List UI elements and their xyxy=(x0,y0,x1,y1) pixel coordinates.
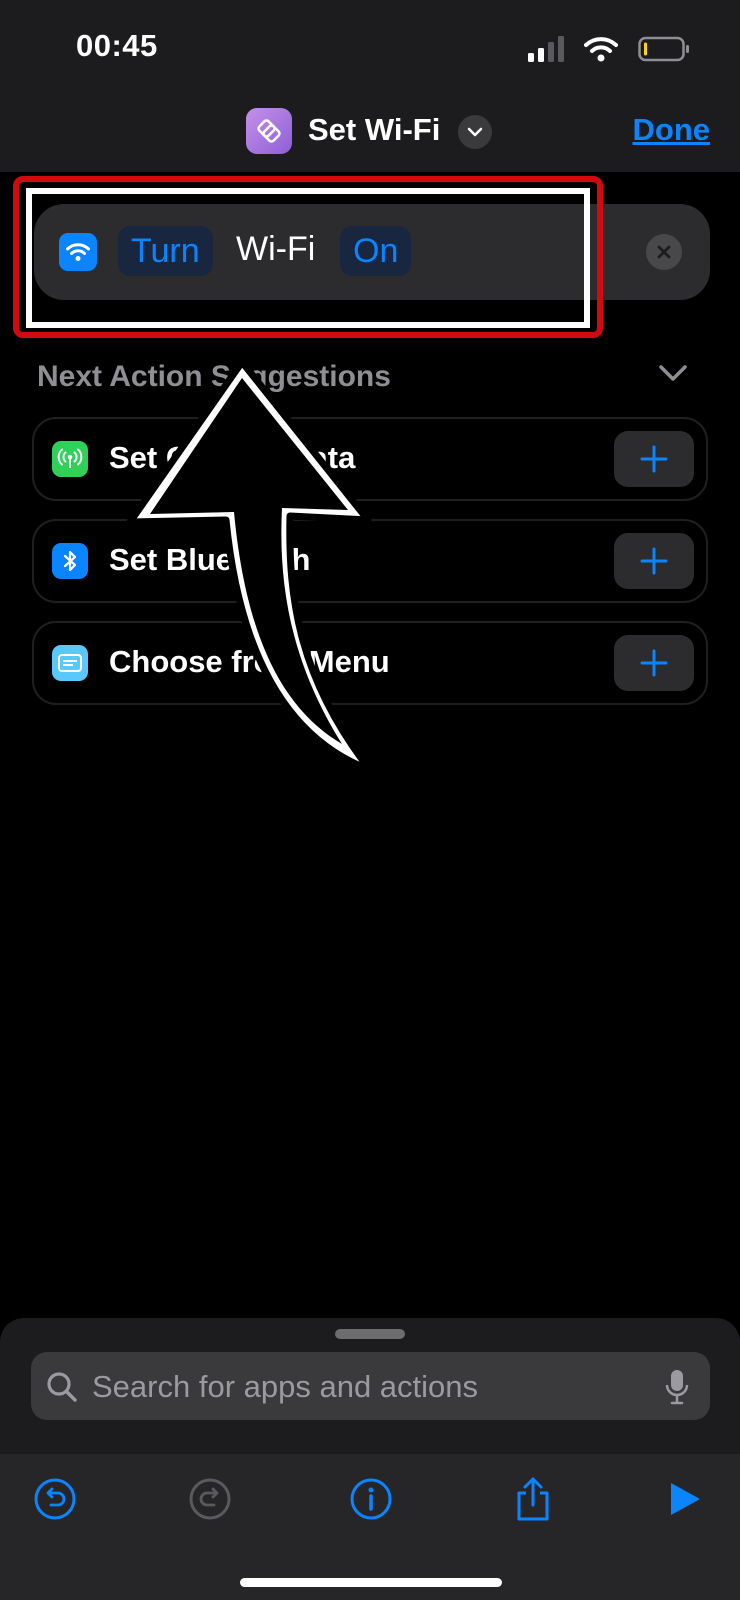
shortcut-title[interactable]: Set Wi-Fi xyxy=(308,112,440,148)
search-input[interactable] xyxy=(90,1366,634,1408)
status-icons xyxy=(528,34,690,64)
search-icon xyxy=(47,1372,77,1402)
info-icon xyxy=(350,1478,392,1520)
layers-icon xyxy=(257,119,281,143)
play-icon xyxy=(671,1483,700,1515)
share-icon xyxy=(517,1477,549,1521)
redo-button[interactable] xyxy=(185,1474,235,1524)
sheet-grabber[interactable] xyxy=(335,1329,405,1339)
add-cellular-button[interactable] xyxy=(614,431,694,487)
close-icon xyxy=(657,245,671,259)
undo-icon xyxy=(34,1478,76,1520)
add-menu-button[interactable] xyxy=(614,635,694,691)
plus-icon xyxy=(640,445,668,473)
cellular-antenna-icon xyxy=(52,441,88,477)
arrow-annotation-icon xyxy=(126,358,374,774)
bluetooth-icon xyxy=(52,543,88,579)
share-button[interactable] xyxy=(508,1474,558,1524)
battery-icon xyxy=(638,36,689,62)
info-button[interactable] xyxy=(346,1474,396,1524)
undo-button[interactable] xyxy=(30,1474,80,1524)
status-time: 00:45 xyxy=(76,28,158,63)
microphone-icon[interactable] xyxy=(664,1368,690,1406)
home-indicator xyxy=(240,1578,502,1587)
plus-icon xyxy=(640,547,668,575)
chevron-down-icon[interactable] xyxy=(458,115,492,149)
remove-action-button[interactable] xyxy=(646,234,682,270)
collapse-chevron-icon[interactable] xyxy=(658,364,688,382)
cellular-signal-icon xyxy=(528,36,564,62)
wifi-status-icon xyxy=(584,37,618,62)
redo-icon xyxy=(189,1478,231,1520)
shortcut-icon[interactable] xyxy=(246,108,292,154)
plus-icon xyxy=(640,649,668,677)
run-button[interactable] xyxy=(660,1474,710,1524)
menu-icon xyxy=(52,645,88,681)
done-button[interactable]: Done xyxy=(633,112,711,148)
highlight-box-inner xyxy=(26,188,590,328)
add-bluetooth-button[interactable] xyxy=(614,533,694,589)
